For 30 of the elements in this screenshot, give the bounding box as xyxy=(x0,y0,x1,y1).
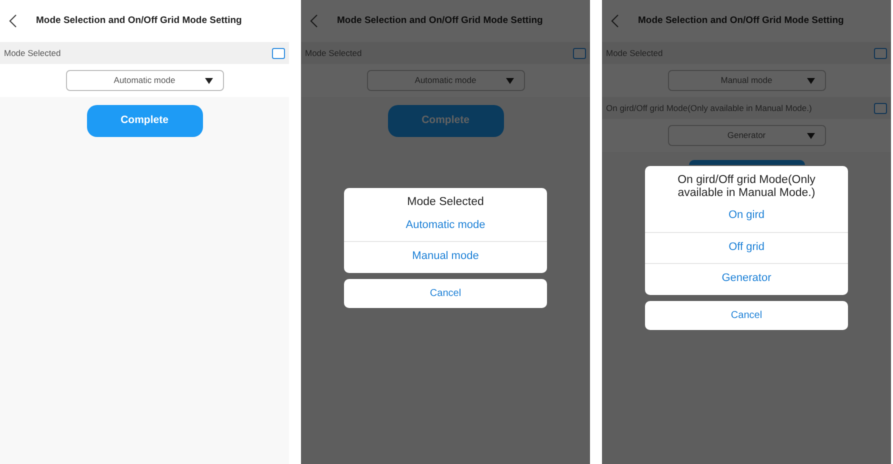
checkbox[interactable] xyxy=(272,48,285,58)
sheet-title: On gird/Off grid Mode(Only available in Manual Mode.) xyxy=(676,173,816,201)
screen-title: Mode Selection and On/Off Grid Mode Setting xyxy=(638,14,844,28)
checkbox[interactable] xyxy=(874,102,887,114)
sheet-option[interactable]: Automatic mode xyxy=(344,210,547,242)
caret-icon xyxy=(806,78,814,84)
sheet-option[interactable]: Generator xyxy=(645,264,848,295)
sheet-option[interactable]: Manual mode xyxy=(344,242,547,273)
caret-icon xyxy=(806,133,814,139)
dropdown[interactable]: Automatic mode xyxy=(66,70,224,91)
setting-label: Mode Selected xyxy=(4,46,61,60)
caret-icon xyxy=(506,78,514,84)
complete-button[interactable]: Complete xyxy=(86,105,202,137)
dropdown[interactable]: Automatic mode xyxy=(366,70,524,91)
checkbox[interactable] xyxy=(573,48,586,58)
screen-title: Mode Selection and On/Off Grid Mode Setting xyxy=(337,14,543,28)
dropdown[interactable]: Manual mode xyxy=(668,70,826,91)
setting-label: On gird/Off grid Mode(Only available in Manual Mode.) xyxy=(606,102,812,114)
dropdown[interactable]: Generator xyxy=(668,125,826,146)
cancel-button[interactable]: Cancel xyxy=(344,278,547,308)
caret-icon xyxy=(204,78,212,84)
back-icon[interactable] xyxy=(8,14,18,28)
sheet-option[interactable]: Off grid xyxy=(645,232,848,264)
checkbox[interactable] xyxy=(874,48,887,58)
setting-label: Mode Selected xyxy=(305,46,362,60)
screen-title: Mode Selection and On/Off Grid Mode Setting xyxy=(36,14,242,28)
setting-label: Mode Selected xyxy=(606,46,663,60)
sheet-title: Mode Selected xyxy=(406,195,485,210)
sheet-option[interactable]: On gird xyxy=(645,201,848,233)
cancel-button[interactable]: Cancel xyxy=(645,300,848,330)
